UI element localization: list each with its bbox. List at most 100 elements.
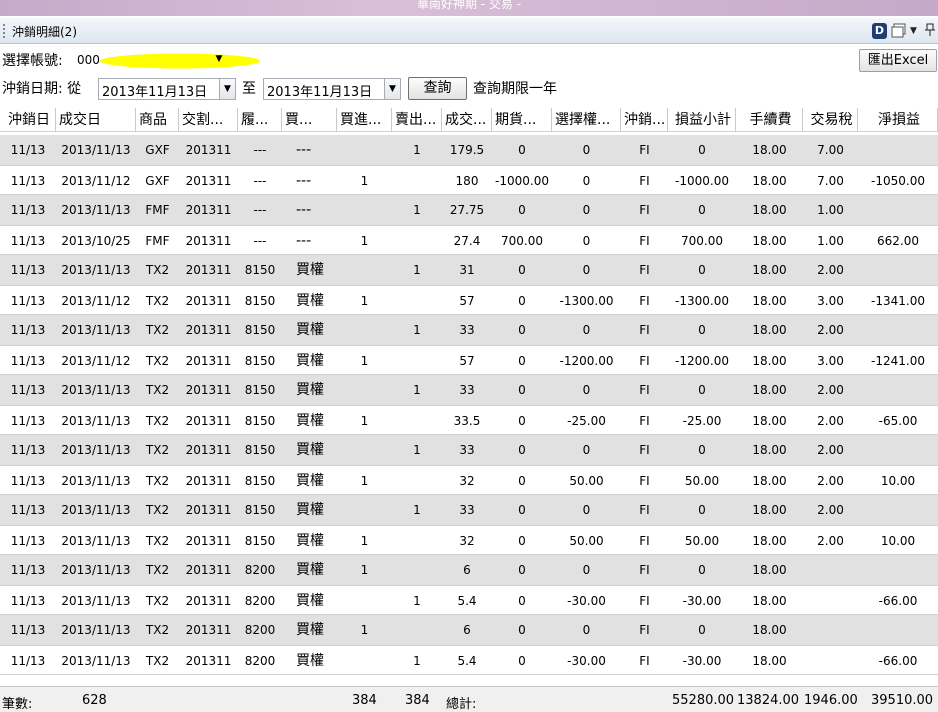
table-row[interactable]: 11/13 2013/11/13 TX2 201311 8150 買權 1 33 0 0 FI 0 18… <box>0 435 938 465</box>
cell-product: TX2 <box>145 354 170 368</box>
table-row[interactable]: 11/13 2013/11/13 TX2 201311 8150 買權 1 32 0 50.00 F… <box>0 465 938 495</box>
cell-strike: 8200 <box>244 594 276 608</box>
column-header-futures-pnl[interactable]: 期貨... <box>492 108 552 132</box>
column-header-pnl-subtotal[interactable]: 損益小計 <box>668 108 736 132</box>
cell-buy-qty <box>337 135 392 165</box>
column-header-option-pnl[interactable]: 選擇權... <box>552 108 621 132</box>
table-row[interactable]: 11/13 2013/11/12 TX2 201311 8150 買權 1 57 0 -1200.… <box>0 345 938 375</box>
table-row[interactable]: 11/13 2013/11/13 TX2 201311 8150 買權 1 32 0 50.00 F… <box>0 525 938 555</box>
drag-grip[interactable] <box>3 24 5 38</box>
cell-trade-date: 2013/11/13 <box>61 503 131 517</box>
column-header-offset-type[interactable]: 沖銷... <box>621 108 668 132</box>
table-row[interactable]: 11/13 2013/11/13 TX2 201311 8150 買權 1 33 0 0 FI 0 18… <box>0 315 938 345</box>
cell-trade-date: 2013/11/13 <box>61 323 131 337</box>
cell-offset-type: FI <box>639 623 650 637</box>
column-header-net-pnl[interactable]: 淨損益 <box>858 108 938 132</box>
column-header-strike[interactable]: 履... <box>238 108 282 132</box>
cell-futures-pnl: 0 <box>518 203 526 217</box>
pin-icon[interactable] <box>925 23 935 39</box>
cell-sell-qty: 1 <box>413 383 421 397</box>
query-button[interactable]: 查詢 <box>408 77 467 100</box>
cell-buy-qty: 1 <box>360 234 369 248</box>
table-row[interactable]: 11/13 2013/11/13 FMF 201311 --- --- 1 27.75 0 0 FI… <box>0 195 938 225</box>
table-row[interactable]: 11/13 2013/11/13 TX2 201311 8200 買權 1 6 0 0 FI 0 18.… <box>0 555 938 585</box>
column-header-tax[interactable]: 交易稅 <box>803 108 858 132</box>
cell-trade-price: 6 <box>463 563 471 577</box>
cell-strike: 8200 <box>244 563 276 577</box>
total-label: 總計: <box>446 697 477 712</box>
cell-product: TX2 <box>145 594 170 608</box>
window-layout-icon[interactable] <box>891 23 907 39</box>
table-row[interactable]: 11/13 2013/11/13 TX2 201311 8150 買權 1 33 0 0 FI 0 18… <box>0 375 938 405</box>
table-header: 沖銷日 成交日 商品 交割... 履... 買... 買進... 賣出... 成交... 期貨..… <box>0 108 938 132</box>
column-header-fee[interactable]: 手續費 <box>736 108 803 132</box>
date-from-picker[interactable]: 2013年11月13日 ▼ <box>98 78 236 100</box>
offset-detail-table[interactable]: 沖銷日 成交日 商品 交割... 履... 買... 買進... 賣出... 成交... 期貨..… <box>0 108 938 686</box>
cell-futures-pnl: 0 <box>518 623 526 637</box>
cell-sell-qty: 1 <box>413 323 421 337</box>
cell-settlement-month: 201311 <box>185 623 232 637</box>
date-to-label: 至 <box>242 81 256 97</box>
column-header-product[interactable]: 商品 <box>136 108 179 132</box>
cell-trade-price: 31 <box>459 263 475 277</box>
cell-offset-type: FI <box>639 203 650 217</box>
cell-call-put: 買權 <box>296 622 324 638</box>
cell-strike: 8150 <box>244 534 276 548</box>
table-row[interactable]: 11/13 2013/11/13 TX2 201311 8200 買權 1 5.4 0 -30.0… <box>0 585 938 615</box>
net-total: 39510.00 <box>871 693 934 708</box>
cell-net-pnl <box>858 375 938 405</box>
table-row[interactable]: 11/13 2013/11/13 TX2 201311 8150 買權 1 31 0 0 FI 0 18… <box>0 255 938 285</box>
cell-sell-qty <box>392 406 442 436</box>
column-header-offset-date[interactable]: 沖銷日 <box>0 108 56 132</box>
cell-call-put: 買權 <box>296 502 324 518</box>
cell-offset-type: FI <box>639 594 650 608</box>
cell-strike: --- <box>253 203 267 217</box>
buy-total: 384 <box>352 693 377 708</box>
cell-futures-pnl: 0 <box>518 563 526 577</box>
cell-offset-type: FI <box>639 263 650 277</box>
chevron-down-icon[interactable]: ▼ <box>384 79 400 99</box>
column-header-trade-date[interactable]: 成交日 <box>56 108 136 132</box>
account-select[interactable]: 000- ▼ <box>75 50 260 72</box>
d-logo-icon[interactable]: D <box>872 23 887 39</box>
table-row[interactable]: 11/13 2013/11/13 TX2 201311 8150 買權 1 33 0 0 FI 0 18… <box>0 495 938 525</box>
fee-total: 13824.00 <box>737 693 800 708</box>
column-header-trade-price[interactable]: 成交... <box>442 108 492 132</box>
cell-offset-type: FI <box>639 354 650 368</box>
cell-net-pnl <box>858 615 938 645</box>
date-from-value: 2013年11月13日 <box>102 85 208 100</box>
cell-trade-date: 2013/11/12 <box>61 294 131 308</box>
chevron-down-icon[interactable]: ▼ <box>219 79 235 99</box>
export-excel-button[interactable]: 匯出Excel <box>859 49 937 72</box>
cell-product: TX2 <box>145 534 170 548</box>
column-header-buy-qty[interactable]: 買進... <box>337 108 392 132</box>
date-to-picker[interactable]: 2013年11月13日 ▼ <box>263 78 401 100</box>
cell-sell-qty: 1 <box>413 263 421 277</box>
cell-sell-qty <box>392 226 442 256</box>
table-row[interactable]: 11/13 2013/11/12 TX2 201311 8150 買權 1 57 0 -1300.… <box>0 285 938 315</box>
table-row[interactable]: 11/13 2013/11/13 GXF 201311 --- --- 1 179.5 0 0 FI… <box>0 135 938 165</box>
cell-product: TX2 <box>145 474 170 488</box>
table-row[interactable]: 11/13 2013/11/13 TX2 201311 8200 買權 1 6 0 0 FI 0 18.… <box>0 615 938 645</box>
table-row[interactable]: 11/13 2013/10/25 FMF 201311 --- --- 1 27.4 700.0… <box>0 225 938 255</box>
cell-sell-qty: 1 <box>413 594 421 608</box>
cell-sell-qty: 1 <box>413 503 421 517</box>
table-row[interactable]: 11/13 2013/11/12 GXF 201311 --- --- 1 180 -1000.… <box>0 165 938 195</box>
column-header-sell-qty[interactable]: 賣出... <box>392 108 442 132</box>
table-row[interactable]: 11/13 2013/11/13 TX2 201311 8150 買權 1 33.5 0 -25.… <box>0 405 938 435</box>
cell-strike: 8200 <box>244 654 276 668</box>
column-header-call-put[interactable]: 買... <box>282 108 337 132</box>
chevron-down-icon[interactable]: ▼ <box>211 54 227 68</box>
column-header-settlement-month[interactable]: 交割... <box>179 108 238 132</box>
dropdown-arrow-icon[interactable]: ▼ <box>910 23 920 39</box>
cell-tax: 2.00 <box>817 323 844 337</box>
cell-option-pnl: 0 <box>582 323 591 337</box>
cell-product: FMF <box>145 203 170 217</box>
date-from-label: 沖銷日期: 從 <box>2 81 82 97</box>
cell-pnl-subtotal: -30.00 <box>682 594 722 608</box>
table-row[interactable]: 11/13 2013/11/13 TX2 201311 8200 買權 1 5.4 0 -30.0… <box>0 645 938 675</box>
cell-net-pnl <box>858 255 938 285</box>
cell-pnl-subtotal: -1200.00 <box>675 354 729 368</box>
cell-fee: 18.00 <box>752 503 787 517</box>
cell-futures-pnl: 0 <box>518 383 526 397</box>
